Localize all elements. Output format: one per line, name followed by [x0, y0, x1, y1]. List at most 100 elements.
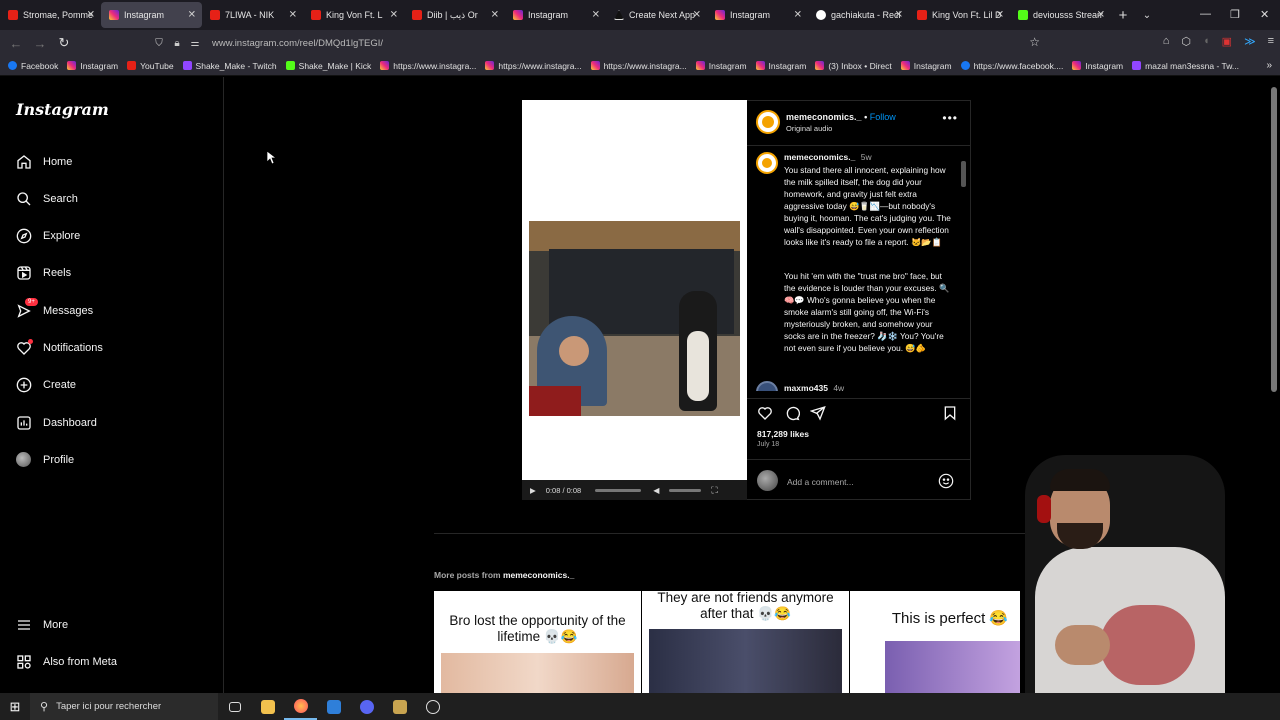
minimize-icon[interactable]: — [1200, 8, 1211, 20]
bookmark-item[interactable]: Instagram [67, 61, 118, 71]
taskbar-search[interactable]: ⚲ Taper ici pour rechercher [30, 693, 218, 720]
save-bookmark-icon[interactable] [942, 405, 958, 421]
bookmark-item[interactable]: Instagram [900, 61, 952, 71]
caption-author[interactable]: memeconomics._ [784, 152, 855, 162]
store-icon[interactable] [317, 693, 350, 720]
tab-close-icon[interactable]: ✕ [592, 10, 600, 21]
bookmark-item[interactable]: https://www.instagra... [485, 61, 582, 71]
instagram-logo[interactable]: Instagram [16, 100, 109, 119]
bookmark-item[interactable]: https://www.instagra... [380, 61, 476, 71]
bookmark-item[interactable]: Facebook [8, 61, 58, 71]
more-post-thumb[interactable]: This is perfect 😂 [850, 591, 1020, 693]
comment-input[interactable] [787, 475, 927, 489]
tab-close-icon[interactable]: ✕ [390, 10, 398, 21]
bookmark-item[interactable]: (3) Inbox • Direct [815, 61, 892, 71]
url-text[interactable]: www.instagram.com/reel/DMQd1lgTEGI/ [212, 38, 383, 49]
comment-avatar[interactable] [756, 381, 778, 391]
forward-icon[interactable]: → [28, 36, 52, 51]
address-bar[interactable]: ⛉ 🔒︎ ⚌ www.instagram.com/reel/DMQd1lgTEG… [150, 33, 1050, 53]
emoji-icon[interactable] [938, 473, 954, 489]
author-username[interactable]: memeconomics._ [786, 112, 862, 122]
browser-tab[interactable]: Stromae, Pomme ✕ [0, 0, 101, 30]
tab-close-icon[interactable]: ✕ [87, 10, 95, 21]
league-icon[interactable] [383, 693, 416, 720]
tab-close-icon[interactable]: ✕ [1097, 10, 1105, 21]
reel-video-player[interactable]: ▶ 0:08 / 0:08 ◀ ⛶ [522, 100, 747, 500]
shield-icon[interactable]: ⛉ [150, 38, 168, 49]
bookmark-item[interactable]: YouTube [127, 61, 174, 71]
browser-tab[interactable]: King Von Ft. Lil D ✕ [909, 0, 1010, 30]
bookmark-item[interactable]: Instagram [755, 61, 806, 71]
bookmark-item[interactable]: Instagram [695, 61, 747, 71]
sidebar-item-messages[interactable]: 9+ Messages [16, 298, 93, 319]
fullscreen-icon[interactable]: ⛶ [711, 485, 717, 496]
comment-username[interactable]: maxmo435 [784, 383, 828, 391]
browser-tab[interactable]: Instagram ✕ [505, 0, 606, 30]
sidebar-item-create[interactable]: Create [16, 377, 76, 393]
addon-icon[interactable]: ≫ [1244, 35, 1256, 48]
file-explorer-icon[interactable] [251, 693, 284, 720]
lock-icon[interactable]: 🔒︎ [168, 38, 186, 49]
bookmark-item[interactable]: mazal man3essna - Tw... [1132, 61, 1239, 71]
browser-tab[interactable]: Diib | ذيب Or ✕ [404, 0, 505, 30]
permissions-icon[interactable]: ⚌ [186, 38, 204, 49]
browser-tab[interactable]: deviousss Stream ✕ [1010, 0, 1111, 30]
page-scrollbar[interactable] [1268, 77, 1280, 693]
sidebar-item-home[interactable]: Home [16, 154, 72, 170]
video-frame[interactable] [529, 221, 740, 416]
follow-button[interactable]: Follow [870, 112, 896, 122]
bookmark-item[interactable]: https://www.instagra... [590, 61, 687, 71]
close-window-icon[interactable]: ✕ [1260, 8, 1269, 21]
home-toolbar-icon[interactable]: ⌂ [1163, 35, 1170, 48]
browser-tab[interactable]: Instagram ✕ [101, 2, 202, 28]
more-post-thumb[interactable]: They are not friends anymore after that … [642, 591, 849, 693]
browser-tab[interactable]: Create Next App ✕ [606, 0, 707, 30]
addon-icon[interactable]: ▣ [1222, 35, 1232, 48]
like-heart-icon[interactable] [757, 405, 773, 421]
discord-icon[interactable] [350, 693, 383, 720]
obs-icon[interactable] [416, 693, 449, 720]
browser-tab[interactable]: Instagram ✕ [707, 0, 808, 30]
more-options-icon[interactable]: ••• [942, 111, 958, 125]
share-icon[interactable] [809, 405, 826, 421]
firefox-icon[interactable] [284, 693, 317, 720]
new-tab-button[interactable]: + [1111, 7, 1135, 24]
browser-tab[interactable]: 7LIWA - NIK ✕ [202, 0, 303, 30]
likes-count[interactable]: 817,289 likes [757, 429, 809, 439]
volume-slider[interactable] [669, 488, 702, 492]
extensions-icon[interactable]: ⬡ [1181, 35, 1191, 48]
video-progress-bar[interactable] [595, 488, 642, 492]
sidebar-item-search[interactable]: Search [16, 191, 78, 207]
tab-close-icon[interactable]: ✕ [188, 10, 196, 21]
browser-tab[interactable]: gachiakuta - Reci ✕ [808, 0, 909, 30]
tab-close-icon[interactable]: ✕ [996, 10, 1004, 21]
caption-scrollbar[interactable] [961, 155, 966, 395]
tab-close-icon[interactable]: ✕ [794, 10, 802, 21]
back-icon[interactable]: ← [4, 36, 28, 51]
bookmark-item[interactable]: Shake_Make - Twitch [182, 61, 277, 71]
bookmarks-overflow-icon[interactable]: » [1266, 60, 1272, 71]
bookmark-item[interactable]: Instagram [1072, 61, 1123, 71]
restore-icon[interactable]: ❐ [1230, 8, 1240, 21]
post-date[interactable]: July 18 [757, 441, 779, 448]
windows-start-icon[interactable]: ⊞ [0, 699, 30, 715]
tab-close-icon[interactable]: ✕ [289, 10, 297, 21]
menu-icon[interactable]: ≡ [1268, 35, 1274, 48]
comment-icon[interactable] [784, 405, 801, 421]
sidebar-item-reels[interactable]: Reels [16, 265, 71, 281]
browser-tab[interactable]: King Von Ft. L ✕ [303, 0, 404, 30]
caption-avatar[interactable] [756, 152, 778, 174]
tab-close-icon[interactable]: ✕ [491, 10, 499, 21]
sidebar-item-more[interactable]: More [16, 617, 68, 633]
more-posts-username[interactable]: memeconomics._ [503, 570, 574, 580]
bookmark-item[interactable]: https://www.facebook.... [960, 61, 1063, 71]
page-scroll-thumb[interactable] [1271, 87, 1277, 392]
play-icon[interactable]: ▶ [530, 486, 536, 495]
bookmark-item[interactable]: Shake_Make | Kick [285, 61, 371, 71]
task-view-icon[interactable] [218, 693, 251, 720]
sidebar-item-explore[interactable]: Explore [16, 228, 80, 244]
sidebar-item-notifications[interactable]: Notifications [16, 339, 103, 356]
tab-close-icon[interactable]: ✕ [895, 10, 903, 21]
sidebar-item-profile[interactable]: Profile [16, 452, 74, 468]
reload-icon[interactable]: ↻ [52, 35, 76, 51]
